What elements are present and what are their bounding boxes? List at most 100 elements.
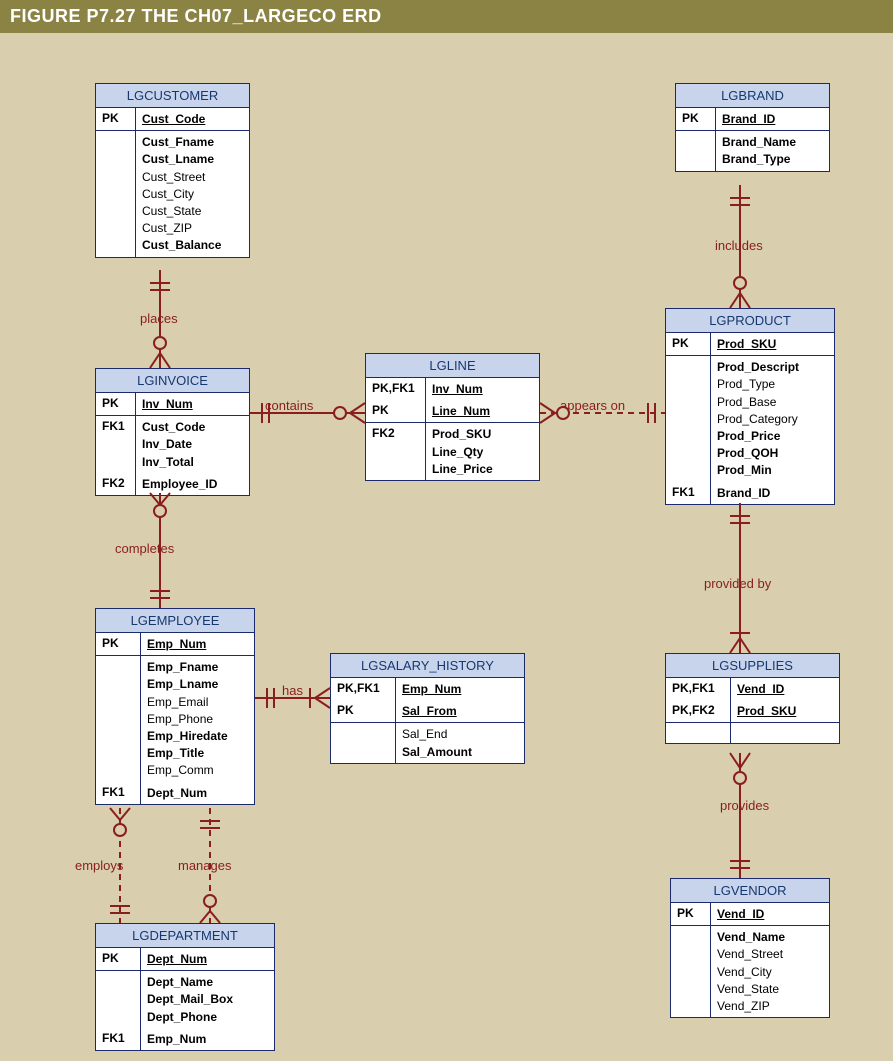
- attr: Sal_End: [402, 726, 518, 742]
- attr: Dept_Num: [147, 785, 248, 801]
- key-label: FK1: [96, 1028, 141, 1050]
- entity-title: LGEMPLOYEE: [96, 609, 254, 633]
- key-label: [676, 131, 716, 170]
- pk-label: PK: [366, 400, 426, 422]
- pk-label: PK: [96, 108, 136, 130]
- pk-label: PK: [331, 700, 396, 722]
- pk-label: PK: [676, 108, 716, 130]
- pk-label: PK: [671, 903, 711, 925]
- pk-label: PK,FK1: [666, 678, 731, 700]
- pk-attr: Inv_Num: [142, 396, 243, 412]
- rel-provided-by: provided by: [704, 576, 771, 591]
- entity-title: LGINVOICE: [96, 369, 249, 393]
- entity-title: LGCUSTOMER: [96, 84, 249, 108]
- attr: Cust_State: [142, 203, 243, 219]
- pk-attr: Inv_Num: [432, 381, 533, 397]
- attr: Inv_Date: [142, 436, 243, 452]
- attr: Dept_Phone: [147, 1009, 268, 1025]
- rel-appears-on: appears on: [560, 398, 625, 413]
- entity-title: LGSALARY_HISTORY: [331, 654, 524, 678]
- entity-title: LGVENDOR: [671, 879, 829, 903]
- entity-lgline: LGLINE PK,FK1 Inv_Num PK Line_Num FK2 Pr…: [365, 353, 540, 481]
- key-label: [666, 356, 711, 481]
- pk-attr: Prod_SKU: [737, 703, 833, 719]
- attr: Vend_State: [717, 981, 823, 997]
- attr: Sal_Amount: [402, 744, 518, 760]
- pk-attr: Sal_From: [402, 703, 518, 719]
- attr: Line_Price: [432, 461, 533, 477]
- key-label: FK2: [96, 473, 136, 495]
- attr: Line_Qty: [432, 444, 533, 460]
- pk-label: PK: [96, 393, 136, 415]
- attr: Prod_Base: [717, 394, 828, 410]
- entity-title: LGPRODUCT: [666, 309, 834, 333]
- pk-label: PK,FK2: [666, 700, 731, 722]
- entity-lgsalary-history: LGSALARY_HISTORY PK,FK1 Emp_Num PK Sal_F…: [330, 653, 525, 764]
- attr: Dept_Name: [147, 974, 268, 990]
- pk-attr: Dept_Num: [147, 951, 268, 967]
- rel-employs: employs: [75, 858, 123, 873]
- attr: Vend_Street: [717, 946, 823, 962]
- entity-lgproduct: LGPRODUCT PK Prod_SKU Prod_Descript Prod…: [665, 308, 835, 505]
- figure-title: FIGURE P7.27 THE CH07_LARGECO ERD: [0, 0, 893, 33]
- pk-attr: Line_Num: [432, 403, 533, 419]
- attr: Dept_Mail_Box: [147, 991, 268, 1007]
- entity-title: LGDEPARTMENT: [96, 924, 274, 948]
- key-label: [671, 926, 711, 1017]
- attr: Emp_Lname: [147, 676, 248, 692]
- attr: Prod_Category: [717, 411, 828, 427]
- entity-title: LGLINE: [366, 354, 539, 378]
- attr: Emp_Fname: [147, 659, 248, 675]
- key-label: FK1: [96, 782, 141, 804]
- pk-label: PK,FK1: [366, 378, 426, 400]
- key-label: [96, 656, 141, 781]
- rel-manages: manages: [178, 858, 231, 873]
- rel-places: places: [140, 311, 178, 326]
- key-label: FK1: [666, 482, 711, 504]
- pk-attr: Emp_Num: [402, 681, 518, 697]
- key-label: FK1: [96, 416, 136, 473]
- attrs: Cust_Fname Cust_Lname Cust_Street Cust_C…: [136, 131, 249, 256]
- attr: Prod_SKU: [432, 426, 533, 442]
- entity-lgsupplies: LGSUPPLIES PK,FK1 Vend_ID PK,FK2 Prod_SK…: [665, 653, 840, 744]
- attr: Emp_Email: [147, 694, 248, 710]
- entity-lginvoice: LGINVOICE PK Inv_Num FK1 Cust_Code Inv_D…: [95, 368, 250, 496]
- attr: Vend_City: [717, 964, 823, 980]
- erd-canvas: LGCUSTOMER PK Cust_Code Cust_Fname Cust_…: [0, 33, 893, 1056]
- attr: Prod_Price: [717, 428, 828, 444]
- pk-attr: Vend_ID: [717, 906, 823, 922]
- pk-attr: Vend_ID: [737, 681, 833, 697]
- pk-label: PK,FK1: [331, 678, 396, 700]
- entity-lgemployee: LGEMPLOYEE PK Emp_Num Emp_Fname Emp_Lnam…: [95, 608, 255, 805]
- pk-attr: Emp_Num: [147, 636, 248, 652]
- entity-lgdepartment: LGDEPARTMENT PK Dept_Num Dept_Name Dept_…: [95, 923, 275, 1051]
- key-label: [331, 723, 396, 762]
- attr: Vend_Name: [717, 929, 823, 945]
- attr: Cust_ZIP: [142, 220, 243, 236]
- attr: Vend_ZIP: [717, 998, 823, 1014]
- attr: Brand_Type: [722, 151, 823, 167]
- attr: Emp_Title: [147, 745, 248, 761]
- attr: Brand_Name: [722, 134, 823, 150]
- pk-attr: Brand_ID: [722, 111, 823, 127]
- pk-attr: Prod_SKU: [717, 336, 828, 352]
- entity-lgcustomer: LGCUSTOMER PK Cust_Code Cust_Fname Cust_…: [95, 83, 250, 258]
- attr: Cust_Street: [142, 169, 243, 185]
- attr: Brand_ID: [717, 485, 828, 501]
- rel-contains: contains: [265, 398, 313, 413]
- rel-completes: completes: [115, 541, 174, 556]
- attr: Prod_Min: [717, 462, 828, 478]
- attr: Cust_Fname: [142, 134, 243, 150]
- key-label: FK2: [366, 423, 426, 480]
- attr: Inv_Total: [142, 454, 243, 470]
- rel-includes: includes: [715, 238, 763, 253]
- attr: Emp_Num: [147, 1031, 268, 1047]
- key-label: [96, 131, 136, 256]
- pk-label: PK: [96, 948, 141, 970]
- attr: Emp_Hiredate: [147, 728, 248, 744]
- attr: Prod_Descript: [717, 359, 828, 375]
- pk-attr: Cust_Code: [142, 111, 243, 127]
- entity-lgbrand: LGBRAND PK Brand_ID Brand_Name Brand_Typ…: [675, 83, 830, 172]
- attr: Emp_Comm: [147, 762, 248, 778]
- attr: Cust_City: [142, 186, 243, 202]
